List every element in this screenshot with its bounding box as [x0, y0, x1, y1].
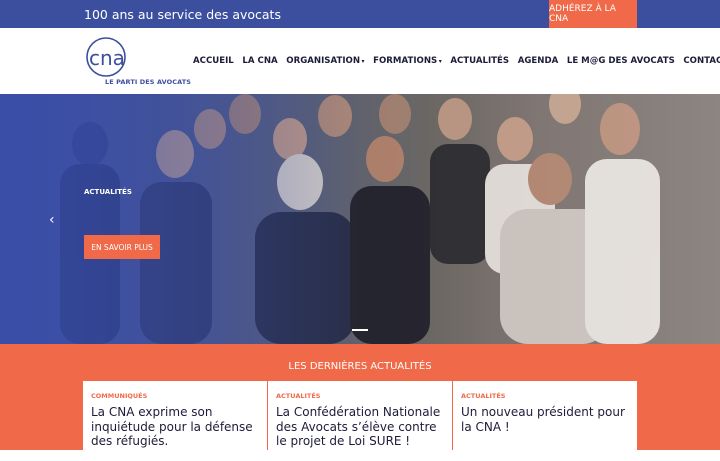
cna-logo[interactable]: cna LE PARTI DES AVOCATS — [82, 35, 191, 89]
chevron-down-icon: ▾ — [438, 57, 442, 65]
nav-item-accueil[interactable]: ACCUEIL — [193, 56, 234, 66]
news-card[interactable]: COMMUNIQUÉS La CNA exprime son inquiétud… — [83, 381, 267, 461]
section-title: LES DERNIÈRES ACTUALITÉS — [288, 361, 432, 372]
slider-indicator[interactable] — [352, 329, 368, 331]
latest-news-section: LES DERNIÈRES ACTUALITÉS COMMUNIQUÉS La … — [0, 344, 720, 461]
nav-item-formations[interactable]: FORMATIONS ▾ — [373, 56, 442, 66]
cna-logo-mark: cna — [86, 37, 126, 77]
news-category: ACTUALITÉS — [276, 392, 321, 400]
nav-item-agenda[interactable]: AGENDA — [518, 56, 559, 66]
hero-slider: ‹ ACTUALITÉS EN SAVOIR PLUS — [0, 94, 720, 344]
nav-item-actualites[interactable]: ACTUALITÉS — [450, 56, 509, 66]
news-category: ACTUALITÉS — [461, 392, 506, 400]
nav-item-mag-des-avocats[interactable]: LE M@G DES AVOCATS — [567, 56, 675, 66]
main-nav: ACCUEIL LA CNA ORGANISATION ▾ FORMATIONS ▾… — [193, 28, 720, 94]
slider-prev-icon[interactable]: ‹ — [49, 212, 55, 228]
nav-item-contact[interactable]: CONTACT — [683, 56, 720, 66]
slide-category: ACTUALITÉS — [84, 188, 132, 196]
nav-item-organisation[interactable]: ORGANISATION ▾ — [286, 56, 364, 66]
news-card[interactable]: ACTUALITÉS Un nouveau président pour la … — [453, 381, 637, 461]
join-cna-button[interactable]: ADHÉREZ À LA CNA — [549, 0, 637, 28]
top-bar: 100 ans au service des avocats ADHÉREZ À… — [0, 0, 720, 28]
news-headline[interactable]: La CNA exprime son inquiétude pour la dé… — [91, 405, 263, 449]
learn-more-button[interactable]: EN SAVOIR PLUS — [84, 235, 160, 259]
news-category: COMMUNIQUÉS — [91, 392, 148, 400]
tagline: 100 ans au service des avocats — [84, 7, 281, 22]
news-card[interactable]: ACTUALITÉS La Confédération Nationale de… — [268, 381, 452, 461]
site-header: cna LE PARTI DES AVOCATS ACCUEIL LA CNA … — [0, 28, 720, 94]
logo-wordmark: cna — [89, 46, 125, 70]
news-headline[interactable]: La Confédération Nationale des Avocats s… — [276, 405, 448, 449]
chevron-down-icon: ▾ — [361, 57, 365, 65]
news-headline[interactable]: Un nouveau président pour la CNA ! — [461, 405, 633, 434]
nav-item-la-cna[interactable]: LA CNA — [242, 56, 277, 66]
logo-baseline: LE PARTI DES AVOCATS — [105, 78, 192, 86]
